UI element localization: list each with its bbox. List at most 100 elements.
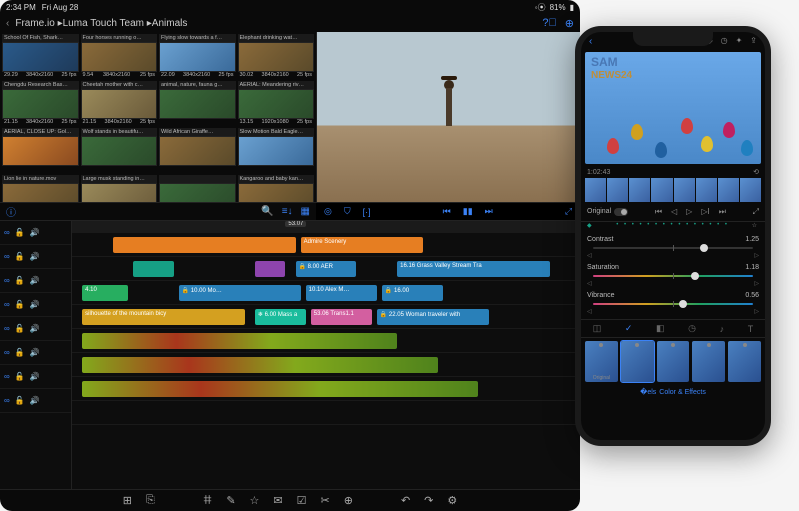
library-clip[interactable]: Chengdu Research Bas… 21.153840x216025 f… — [2, 81, 79, 126]
timeline-track[interactable]: 🔒 8.00 AER 16.16 Grass Valley Stream Tra — [72, 257, 580, 281]
loop-icon[interactable]: ⟲ — [753, 168, 759, 176]
plus-icon[interactable]: ⊕ — [344, 494, 353, 507]
timeline-clip[interactable]: 53.06 Trans1.1 — [311, 309, 372, 325]
mute-icon[interactable]: 🔊 — [30, 228, 40, 237]
slider-contrast[interactable]: Contrast1.25 ◁▷ — [587, 236, 759, 259]
p-play-icon[interactable]: ▷ — [686, 207, 692, 216]
library-clip[interactable]: Elephant drinking wat… 30.023840x216025 … — [238, 34, 315, 79]
library-clip[interactable] — [159, 175, 236, 202]
timeline-track[interactable]: 4.10 🔒 10.00 Mo… 10.10 Alex M… 🔒 16.00 — [72, 281, 580, 305]
skip-fwd-icon[interactable]: ⏭ — [485, 206, 493, 217]
track-header[interactable]: ∞🔓🔊 — [0, 293, 71, 317]
clock-icon[interactable]: ◷ — [721, 36, 728, 50]
bracket-icon[interactable]: [·] — [363, 207, 371, 217]
cut-icon[interactable]: ✂ — [321, 494, 330, 507]
timeline-track[interactable] — [72, 329, 580, 353]
link-icon[interactable]: ∞ — [4, 300, 10, 309]
play-icon[interactable]: ▮▮ — [463, 206, 473, 217]
link-icon[interactable]: ∞ — [4, 372, 10, 381]
preset-thumb[interactable] — [621, 341, 654, 382]
timeline-clip[interactable]: 4.10 — [82, 285, 128, 301]
slider-saturation[interactable]: Saturation1.18 ◁▷ — [587, 264, 759, 287]
p-step-back-icon[interactable]: ◁ — [671, 207, 677, 216]
track-header[interactable]: ∞🔓🔊 — [0, 389, 71, 413]
library-clip[interactable]: Flying slow towards a f… 22.093840x21602… — [159, 34, 236, 79]
timeline-clip[interactable] — [255, 261, 285, 277]
lock-icon[interactable]: 🔓 — [15, 228, 25, 237]
timeline-clip[interactable] — [113, 237, 296, 253]
lock-icon[interactable]: 🔓 — [15, 300, 25, 309]
timeline-clip[interactable]: Admire Scenery — [301, 237, 423, 253]
tab-color-icon[interactable]: ✓ — [625, 323, 633, 334]
duplicate-icon[interactable]: ⎘ — [146, 494, 155, 507]
timeline-clip[interactable]: 16.16 Grass Valley Stream Tra — [397, 261, 549, 277]
library-clip[interactable]: Large musk standing in… — [81, 175, 158, 202]
lock-icon[interactable]: 🔓 — [15, 252, 25, 261]
sparkle-icon[interactable]: ✦ — [736, 36, 743, 50]
timeline-track[interactable] — [72, 401, 580, 425]
chevron-left-icon[interactable]: ‹ — [6, 18, 9, 29]
skip-back-icon[interactable]: ⏮ — [443, 206, 451, 217]
mail-icon[interactable]: ✉ — [273, 494, 282, 507]
p-expand-icon[interactable]: ⤢ — [753, 207, 759, 217]
phone-preview[interactable]: SAM NEWS24 — [585, 52, 761, 164]
timeline-clip[interactable] — [133, 261, 174, 277]
library-clip[interactable]: Kangaroo and baby kan… — [238, 175, 315, 202]
timeline-clip[interactable]: 10.10 Alex M… — [306, 285, 377, 301]
mute-icon[interactable]: 🔊 — [30, 276, 40, 285]
settings-icon[interactable]: ⚙ — [447, 494, 457, 507]
library-clip[interactable]: Four horses running o… 9.543840x216025 f… — [81, 34, 158, 79]
track-header[interactable]: ∞🔓🔊 — [0, 317, 71, 341]
preset-thumb[interactable] — [657, 341, 690, 382]
tab-text-icon[interactable]: T — [748, 324, 754, 334]
mute-icon[interactable]: 🔊 — [30, 396, 40, 405]
track-header[interactable]: ∞ 🔓 🔊 — [0, 269, 71, 293]
track-header[interactable]: ∞🔓🔊 — [0, 341, 71, 365]
library-clip[interactable]: Slow Motion Bald Eagle… — [238, 128, 315, 173]
help-icon[interactable]: ?⃝ — [542, 17, 556, 30]
link-icon[interactable]: ∞ — [4, 276, 10, 285]
slider-vibrance[interactable]: Vibrance0.56 ◁▷ — [587, 292, 759, 315]
favorite-icon[interactable]: ☆ — [752, 222, 759, 232]
library-clip[interactable]: School Of Fish, Shark… 29.293840x216025 … — [2, 34, 79, 79]
track-header[interactable]: ∞🔓🔊 — [0, 221, 71, 245]
timeline-track[interactable] — [72, 377, 580, 401]
preview-viewport[interactable] — [316, 32, 580, 202]
info-icon[interactable]: ⓘ — [6, 204, 16, 219]
timeline-clip[interactable]: 🔒 22.05 Woman traveler with — [377, 309, 489, 325]
timeline-clip[interactable]: ❄ 6.00 Mass a — [255, 309, 306, 325]
timeline-clip[interactable]: 🔒 10.00 Mo… — [179, 285, 301, 301]
p-skip-fwd-icon[interactable]: ⏭ — [719, 207, 726, 217]
timeline-clip[interactable]: silhouette of the mountain bicy — [82, 309, 245, 325]
shield-icon[interactable]: ⛉ — [344, 206, 351, 217]
grid-view-icon[interactable]: ▦ — [301, 206, 310, 217]
library-clip[interactable]: Lion lie in nature.mov — [2, 175, 79, 202]
mute-icon[interactable]: 🔊 — [30, 372, 40, 381]
timeline-track[interactable]: silhouette of the mountain bicy ❄ 6.00 Ma… — [72, 305, 580, 329]
library-clip[interactable]: Cheetah mother with c… 21.153840x216025 … — [81, 81, 158, 126]
search-icon[interactable]: 🔍 — [261, 206, 273, 217]
link-icon[interactable]: 𐄹 — [203, 493, 213, 508]
library-clip[interactable]: animal, nature, fauna g… — [159, 81, 236, 126]
check-icon[interactable]: ☑ — [297, 494, 307, 507]
tab-fx-icon[interactable]: ◧ — [656, 323, 665, 334]
expand-icon[interactable]: ⤢ — [565, 206, 572, 217]
lock-icon[interactable]: 🔓 — [15, 276, 25, 285]
preset-thumb[interactable] — [692, 341, 725, 382]
library-clip[interactable]: Wolf stands in beautifu… — [81, 128, 158, 173]
link-icon[interactable]: ∞ — [4, 252, 10, 261]
marker-icon[interactable]: ◎ — [324, 206, 332, 217]
timeline-track[interactable]: Admire Scenery — [72, 233, 580, 257]
mute-icon[interactable]: 🔊 — [30, 252, 40, 261]
back-icon[interactable]: ‹ — [589, 36, 592, 47]
lock-icon[interactable]: 🔓 — [15, 348, 25, 357]
original-toggle[interactable]: Original — [587, 208, 628, 216]
track-header[interactable]: ∞ 🔓 🔊 — [0, 245, 71, 269]
timeline-ruler[interactable]: 53.07 — [72, 221, 580, 233]
preset-thumb[interactable] — [728, 341, 761, 382]
timeline-clip[interactable]: 🔒 8.00 AER — [296, 261, 357, 277]
timeline-clip[interactable]: 🔒 16.00 — [382, 285, 443, 301]
redo-icon[interactable]: ↷ — [424, 494, 433, 507]
p-skip-back-icon[interactable]: ⏮ — [655, 207, 662, 217]
library-clip[interactable]: Wild African Giraffe… — [159, 128, 236, 173]
